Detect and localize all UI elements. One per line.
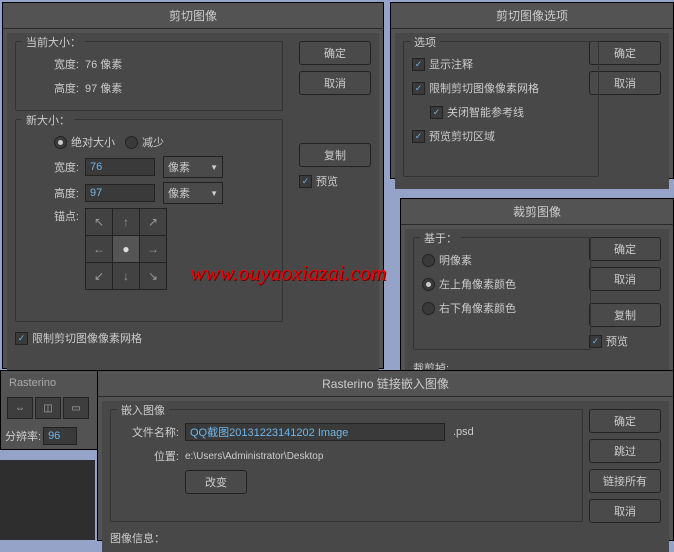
panel-title: 裁剪图像	[401, 199, 673, 225]
preview-checkbox[interactable]: ✓预览	[589, 333, 661, 349]
filename-label: 文件名称:	[119, 424, 179, 440]
location-label: 位置:	[119, 448, 179, 464]
chevron-down-icon: ▼	[210, 163, 218, 172]
filename-input[interactable]	[185, 423, 445, 441]
absolute-radio[interactable]: 绝对大小	[54, 134, 115, 150]
preview-checkbox[interactable]: ✓预览	[299, 173, 371, 189]
decrease-radio[interactable]: 减少	[125, 134, 164, 150]
height-unit-select[interactable]: 像素▼	[163, 182, 223, 204]
ok-button[interactable]: 确定	[589, 41, 661, 65]
anchor-n[interactable]: ↑	[113, 209, 139, 235]
preview-area-checkbox[interactable]: ✓预览剪切区域	[412, 128, 495, 144]
change-button[interactable]: 改变	[185, 470, 247, 494]
rasterino-sidebar: Rasterino ⇔ ◫ ▭ 分辨率:	[0, 370, 104, 450]
anchor-s[interactable]: ↓	[113, 263, 139, 289]
new-height-input[interactable]	[85, 184, 155, 202]
image-info-label: 图像信息：	[110, 533, 165, 545]
copy-button[interactable]: 复制	[589, 303, 661, 327]
height-label: 高度:	[24, 80, 79, 96]
constrain-grid-checkbox[interactable]: ✓限制剪切图像像素网格	[412, 80, 539, 96]
anchor-w[interactable]: ←	[86, 236, 112, 262]
panel-title: Rasterino 链接嵌入图像	[98, 371, 673, 397]
width-label: 宽度:	[24, 56, 79, 72]
new-size-label: 新大小：	[22, 112, 74, 128]
anchor-grid: ↖ ↑ ↗ ← ● → ↙ ↓ ↘	[85, 208, 167, 290]
link-all-button[interactable]: 链接所有	[589, 469, 661, 493]
anchor-center[interactable]: ●	[113, 236, 139, 262]
bottomright-radio[interactable]: 右下角像素颜色	[422, 300, 516, 316]
options-label: 选项	[410, 34, 440, 50]
location-value: e:\Users\Administrator\Desktop	[185, 451, 323, 462]
resolution-input[interactable]	[43, 427, 77, 445]
file-ext: .psd	[453, 426, 474, 438]
height-value: 97 像素	[85, 80, 122, 96]
width-unit-select[interactable]: 像素▼	[163, 156, 223, 178]
current-size-label: 当前大小：	[22, 34, 85, 50]
cancel-button[interactable]: 取消	[299, 71, 371, 95]
ok-button[interactable]: 确定	[589, 237, 661, 261]
transparent-radio[interactable]: 明像素	[422, 252, 472, 268]
constrain-checkbox[interactable]: ✓限制剪切图像像素网格	[15, 330, 142, 346]
panel-title: 剪切图像选项	[391, 3, 673, 29]
sidebar-title: Rasterino	[5, 375, 99, 391]
anchor-ne[interactable]: ↗	[140, 209, 166, 235]
anchor-se[interactable]: ↘	[140, 263, 166, 289]
embed-label: 嵌入图像	[117, 402, 169, 418]
crop-icon[interactable]: ◫	[35, 397, 61, 419]
based-on-label: 基于：	[420, 230, 461, 246]
link-icon[interactable]: ⇔	[7, 397, 33, 419]
link-embed-panel: Rasterino 链接嵌入图像 确定 跳过 链接所有 取消 嵌入图像 文件名称…	[97, 370, 674, 541]
chevron-down-icon: ▼	[210, 189, 218, 198]
anchor-sw[interactable]: ↙	[86, 263, 112, 289]
ok-button[interactable]: 确定	[299, 41, 371, 65]
copy-button[interactable]: 复制	[299, 143, 371, 167]
panel-title: 剪切图像	[3, 3, 383, 29]
anchor-label: 锚点:	[24, 208, 79, 224]
cancel-button[interactable]: 取消	[589, 499, 661, 523]
skip-button[interactable]: 跳过	[589, 439, 661, 463]
dark-area	[0, 460, 95, 540]
new-width-input[interactable]	[85, 158, 155, 176]
width-value: 76 像素	[85, 56, 122, 72]
trim-options-panel: 剪切图像选项 确定 取消 选项 ✓显示注释 ✓限制剪切图像像素网格 ✓关闭智能参…	[390, 2, 674, 179]
trim-icon[interactable]: ▭	[63, 397, 89, 419]
ok-button[interactable]: 确定	[589, 409, 661, 433]
new-height-label: 高度:	[24, 185, 79, 201]
cancel-button[interactable]: 取消	[589, 71, 661, 95]
resolution-label: 分辨率:	[5, 428, 41, 444]
show-notes-checkbox[interactable]: ✓显示注释	[412, 56, 473, 72]
trim-image-panel: 剪切图像 确定 取消 当前大小： 宽度: 76 像素 高度: 97 像素 复制 ✓预…	[2, 2, 384, 369]
anchor-e[interactable]: →	[140, 236, 166, 262]
new-width-label: 宽度:	[24, 159, 79, 175]
cancel-button[interactable]: 取消	[589, 267, 661, 291]
crop-image-panel: 裁剪图像 确定 取消 复制 ✓预览 基于： 明像素 左上角像素颜色 右下角像素颜…	[400, 198, 674, 390]
anchor-nw[interactable]: ↖	[86, 209, 112, 235]
disable-guides-checkbox[interactable]: ✓关闭智能参考线	[430, 104, 524, 120]
topleft-radio[interactable]: 左上角像素颜色	[422, 276, 516, 292]
